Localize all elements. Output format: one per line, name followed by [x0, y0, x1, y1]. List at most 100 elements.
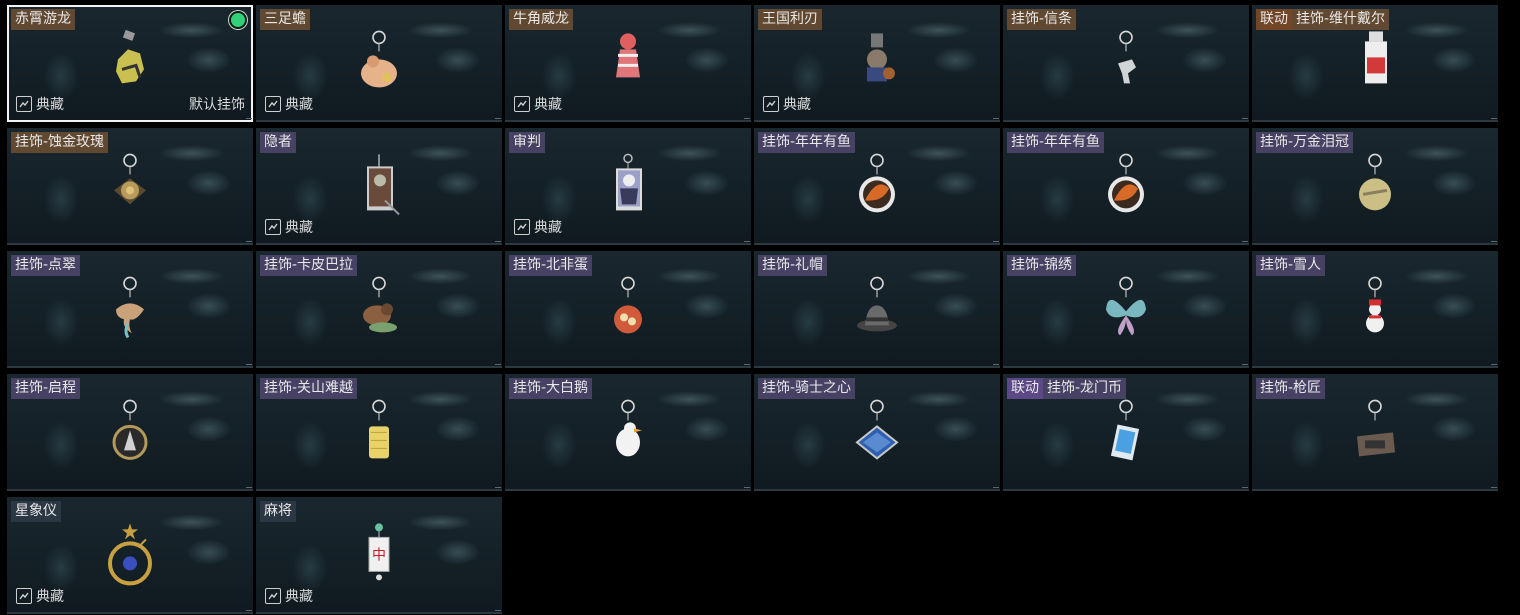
charm-card[interactable]: 三足蟾典藏 — [256, 5, 502, 122]
card-corner-mark — [993, 487, 999, 488]
charm-name: 挂饰-礼帽 — [758, 255, 828, 276]
card-corner-mark — [1491, 118, 1497, 119]
charm-title: 挂饰-年年有鱼 — [1007, 132, 1105, 153]
capsule-charm-icon — [1351, 29, 1399, 99]
card-corner-mark — [1242, 364, 1248, 365]
goose-charm-icon — [604, 398, 652, 468]
charm-title: 挂饰-雪人 — [1256, 255, 1326, 276]
charm-name: 三足蟾 — [260, 9, 310, 30]
collection-badge: 典藏 — [16, 94, 64, 114]
charm-card[interactable]: 挂饰-雪人 — [1252, 251, 1498, 368]
charm-card[interactable]: 赤霄游龙 典藏 默认挂饰 — [7, 5, 253, 122]
collection-icon — [16, 96, 32, 112]
charm-card[interactable]: 挂饰-点翠 — [7, 251, 253, 368]
collection-badge: 典藏 — [514, 94, 562, 114]
gunsmith-charm-icon — [1351, 398, 1399, 468]
charm-title: 三足蟾 — [260, 9, 310, 30]
charm-card[interactable]: 审判典藏 — [505, 128, 751, 245]
creed-charm-icon — [1102, 29, 1150, 99]
charm-card[interactable]: 挂饰-锦绣 — [1003, 251, 1249, 368]
charm-card[interactable]: 牛角威龙典藏 — [505, 5, 751, 122]
collection-icon — [763, 96, 779, 112]
collection-icon — [514, 96, 530, 112]
collection-icon — [514, 219, 530, 235]
crown-charm-icon — [1351, 152, 1399, 222]
charm-card[interactable]: 挂饰-年年有鱼 — [754, 128, 1000, 245]
charm-name: 星象仪 — [11, 501, 61, 522]
top-hat-charm-icon — [853, 275, 901, 345]
collection-badge: 典藏 — [514, 217, 562, 237]
card-corner-mark — [993, 364, 999, 365]
collection-label: 典藏 — [285, 220, 313, 236]
charm-title: 麻将 — [260, 501, 296, 522]
astrolabe-charm-icon — [106, 521, 154, 591]
charm-name: 审判 — [509, 132, 545, 153]
charm-title: 联动 挂饰-龙门币 — [1007, 378, 1127, 399]
charm-name: 牛角威龙 — [509, 9, 573, 30]
phoenix-charm-icon — [106, 275, 154, 345]
charm-title: 挂饰-礼帽 — [758, 255, 828, 276]
charm-card[interactable]: 隐者典藏 — [256, 128, 502, 245]
charm-card[interactable]: 挂饰-礼帽 — [754, 251, 1000, 368]
charm-card[interactable]: 挂饰-大白鹅 — [505, 374, 751, 491]
charm-card[interactable]: 挂饰-关山难越 — [256, 374, 502, 491]
charm-card[interactable]: 联动 挂饰-龙门币 — [1003, 374, 1249, 491]
charm-name: 挂饰-万金泪冠 — [1256, 132, 1354, 153]
charm-card[interactable]: 联动 挂饰-维什戴尔 — [1252, 5, 1498, 122]
charm-card[interactable]: 挂饰-枪匠 — [1252, 374, 1498, 491]
mahjong-charm-icon: 中 — [355, 521, 403, 591]
charm-card[interactable]: 挂饰-骑士之心 — [754, 374, 1000, 491]
charm-title: 挂饰-启程 — [11, 378, 81, 399]
compass-charm-icon — [106, 398, 154, 468]
capybara-charm-icon — [355, 275, 403, 345]
gold-rose-charm-icon — [106, 152, 154, 222]
collection-icon — [16, 588, 32, 604]
card-corner-mark — [1242, 487, 1248, 488]
card-corner-mark — [246, 364, 252, 365]
charm-title: 挂饰-年年有鱼 — [758, 132, 856, 153]
charm-card[interactable]: 挂饰-卡皮巴拉 — [256, 251, 502, 368]
charm-name: 挂饰-卡皮巴拉 — [260, 255, 358, 276]
horned-dragon-charm-icon — [604, 29, 652, 99]
butterfly-charm-icon — [1102, 275, 1150, 345]
card-corner-mark — [495, 487, 501, 488]
charm-card[interactable]: 挂饰-启程 — [7, 374, 253, 491]
charm-title: 挂饰-关山难越 — [260, 378, 358, 399]
collection-badge: 典藏 — [265, 94, 313, 114]
equipped-indicator-icon — [231, 13, 245, 27]
collection-label: 典藏 — [534, 220, 562, 236]
charm-card[interactable]: 麻将中典藏 — [256, 497, 502, 614]
charm-name: 隐者 — [260, 132, 296, 153]
collection-icon — [265, 588, 281, 604]
charm-grid: 赤霄游龙 典藏 默认挂饰 三足蟾 典藏 牛角威龙 典藏 王国利刃 典藏 挂饰-信条 联动 挂饰-维什戴… — [7, 5, 1498, 614]
charm-name: 挂饰-蚀金玫瑰 — [11, 132, 109, 153]
charm-name: 挂饰-点翠 — [11, 255, 81, 276]
card-corner-mark — [1491, 364, 1497, 365]
charm-card[interactable]: 王国利刃 典藏 — [754, 5, 1000, 122]
charm-name: 赤霄游龙 — [11, 9, 75, 30]
dragon-charm-icon — [106, 29, 154, 99]
charm-name: 挂饰-关山难越 — [260, 378, 358, 399]
charm-title: 挂饰-大白鹅 — [509, 378, 593, 399]
charm-card[interactable]: 挂饰-年年有鱼 — [1003, 128, 1249, 245]
charm-name: 挂饰-信条 — [1007, 9, 1077, 30]
collection-label: 典藏 — [285, 589, 313, 605]
charm-card[interactable]: 挂饰-北非蛋 — [505, 251, 751, 368]
charm-card[interactable]: 挂饰-万金泪冠 — [1252, 128, 1498, 245]
card-corner-mark — [1242, 118, 1248, 119]
charm-card[interactable]: 挂饰-蚀金玫瑰 — [7, 128, 253, 245]
charm-title: 挂饰-信条 — [1007, 9, 1077, 30]
collection-label: 典藏 — [534, 97, 562, 113]
card-corner-mark — [1491, 487, 1497, 488]
collection-icon — [265, 96, 281, 112]
card-corner-mark — [246, 610, 252, 611]
knight-heart-charm-icon — [853, 398, 901, 468]
charm-card[interactable]: 挂饰-信条 — [1003, 5, 1249, 122]
charm-name: 挂饰-启程 — [11, 378, 81, 399]
charm-title: 挂饰-点翠 — [11, 255, 81, 276]
charm-card[interactable]: 星象仪 典藏 — [7, 497, 253, 614]
card-corner-mark — [1242, 241, 1248, 242]
charm-title: 审判 — [509, 132, 545, 153]
card-corner-mark — [246, 241, 252, 242]
charm-title: 挂饰-蚀金玫瑰 — [11, 132, 109, 153]
